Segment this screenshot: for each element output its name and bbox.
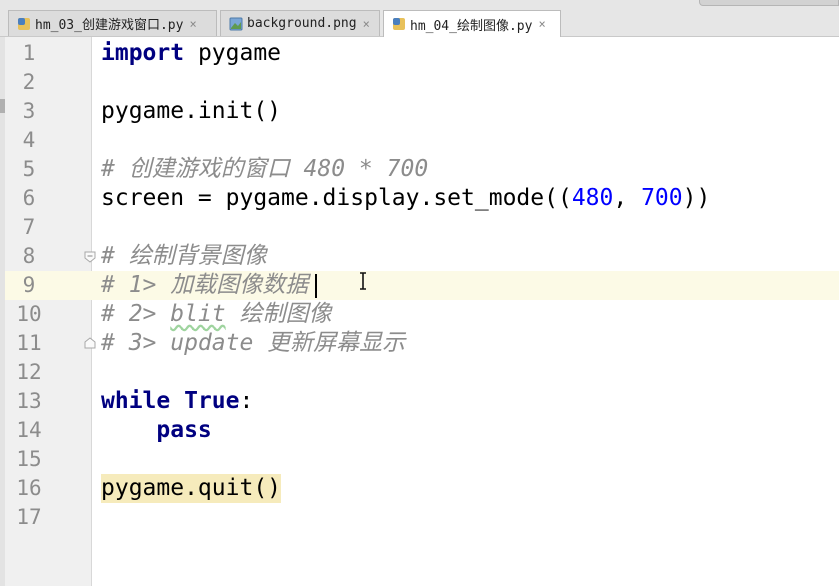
close-icon[interactable]: × [363, 17, 370, 31]
tab-hm-03[interactable]: hm_03_创建游戏窗口.py × [8, 10, 217, 36]
line-number: 16 [16, 476, 42, 500]
code-text[interactable]: pygame.init() [101, 97, 281, 126]
comment-token: 绘制图像 [225, 301, 332, 327]
python-file-icon [18, 17, 30, 30]
code-text[interactable]: while True: [101, 387, 253, 416]
tab-background-png[interactable]: background.png × [220, 10, 380, 36]
code-line-9[interactable]: 9 # 1> 加载图像数据 [0, 271, 839, 300]
keyword-token: while [101, 388, 171, 414]
code-line-8[interactable]: 8 # 绘制背景图像 [0, 242, 839, 271]
line-number: 8 [22, 244, 36, 268]
line-number: 13 [16, 389, 42, 413]
code-line-5[interactable]: 5 # 创建游戏的窗口 480 * 700 [0, 155, 839, 184]
line-number: 3 [22, 99, 36, 123]
code-line-11[interactable]: 11 # 3> update 更新屏幕显示 [0, 329, 839, 358]
identifier-token: pygame [184, 40, 282, 66]
identifier-token: screen = pygame.display.set_mode(( [101, 185, 572, 211]
tab-label: background.png [247, 16, 357, 31]
code-line-15[interactable]: 15 [0, 445, 839, 474]
image-file-icon [229, 17, 243, 30]
line-number: 7 [22, 215, 36, 239]
line-number: 1 [22, 41, 36, 65]
code-line-12[interactable]: 12 [0, 358, 839, 387]
python-file-icon [393, 18, 405, 30]
keyword-token: pass [156, 417, 212, 443]
line-number: 17 [16, 505, 42, 529]
tab-hm-04-active[interactable]: hm_04_绘制图像.py × [383, 10, 561, 37]
tab-label: hm_04_绘制图像.py [410, 18, 533, 34]
window-corner-widget [699, 0, 839, 6]
spellcheck-token: blit [170, 301, 226, 327]
line-number: 4 [22, 128, 36, 152]
code-line-16[interactable]: 16 pygame.quit() [0, 474, 839, 503]
fold-end-icon[interactable] [84, 337, 96, 349]
punctuation-token: : [239, 388, 254, 414]
line-number: 14 [16, 418, 42, 442]
close-icon[interactable]: × [538, 17, 545, 31]
number-token: 700 [641, 185, 683, 211]
line-number: 5 [22, 157, 36, 181]
code-editor[interactable]: 1 import pygame 2 3 pygame.init() 4 5 # … [0, 37, 839, 586]
keyword-token: import [101, 40, 185, 66]
comment-text[interactable]: # 3> update 更新屏幕显示 [101, 329, 405, 358]
editor-tab-bar: hm_03_创建游戏窗口.py × background.png × hm_04… [0, 0, 839, 37]
comment-text[interactable]: # 1> 加载图像数据 [101, 271, 308, 300]
code-line-13[interactable]: 13 while True: [0, 387, 839, 416]
number-token: 480 [571, 185, 614, 211]
line-number: 11 [16, 331, 42, 355]
tab-label: hm_03_创建游戏窗口.py [35, 18, 184, 33]
comment-text[interactable]: # 绘制背景图像 [101, 242, 267, 271]
line-number: 2 [22, 70, 36, 94]
fold-start-icon[interactable] [84, 251, 96, 263]
line-number: 10 [16, 302, 42, 326]
text-cursor [315, 274, 317, 298]
keyword-token: True [184, 388, 240, 414]
code-text[interactable]: import pygame [101, 39, 281, 68]
code-line-10[interactable]: 10 # 2> blit 绘制图像 [0, 300, 839, 329]
code-line-1[interactable]: 1 import pygame [0, 39, 839, 68]
code-line-17[interactable]: 17 [0, 503, 839, 532]
code-text[interactable]: pygame.quit() [101, 474, 282, 503]
comment-token: # 2> [101, 301, 171, 327]
code-line-4[interactable]: 4 [0, 126, 839, 155]
line-number: 9 [22, 273, 36, 297]
code-line-6[interactable]: 6 screen = pygame.display.set_mode((480,… [0, 184, 839, 213]
line-number: 12 [16, 360, 42, 384]
code-text[interactable]: screen = pygame.display.set_mode((480, 7… [101, 184, 710, 213]
line-number: 15 [16, 447, 42, 471]
ibeam-cursor-icon [360, 272, 366, 290]
punctuation-token: )) [682, 185, 711, 211]
code-line-2[interactable]: 2 [0, 68, 839, 97]
line-number: 6 [22, 186, 36, 210]
comment-text[interactable]: # 创建游戏的窗口 480 * 700 [101, 155, 428, 184]
code-text[interactable]: pass [101, 416, 212, 445]
punctuation-token: , [613, 185, 642, 211]
close-icon[interactable]: × [189, 17, 196, 31]
comment-text[interactable]: # 2> blit 绘制图像 [101, 300, 332, 329]
code-line-3[interactable]: 3 pygame.init() [0, 97, 839, 126]
code-line-14[interactable]: 14 pass [0, 416, 839, 445]
code-line-7[interactable]: 7 [0, 213, 839, 242]
